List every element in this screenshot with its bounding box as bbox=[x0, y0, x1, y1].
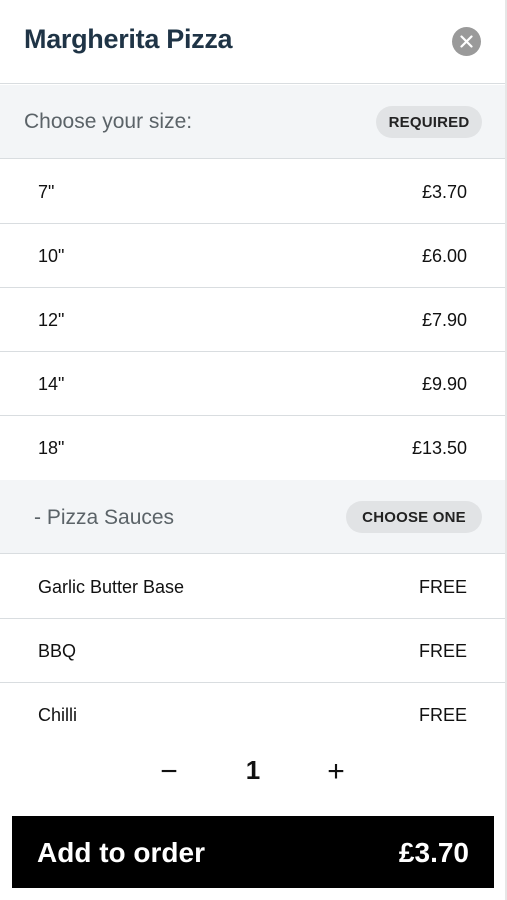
option-name: 14" bbox=[38, 374, 65, 394]
size-option-18[interactable]: 18" £13.50 bbox=[0, 416, 505, 480]
add-to-order-label: Add to order bbox=[37, 837, 205, 868]
option-name: 18" bbox=[38, 438, 65, 458]
sauce-section-label: - Pizza Sauces bbox=[34, 506, 175, 529]
add-to-order-button[interactable]: Add to order £3.70 bbox=[12, 816, 494, 888]
close-icon bbox=[460, 35, 473, 48]
option-name: 10" bbox=[38, 246, 65, 266]
option-price: £13.50 bbox=[411, 438, 467, 458]
option-price: £7.90 bbox=[421, 310, 467, 330]
size-option-12[interactable]: 12" £7.90 bbox=[0, 288, 505, 352]
option-price: £9.90 bbox=[421, 374, 467, 394]
page-title: Margherita Pizza bbox=[24, 24, 233, 54]
option-name: 12" bbox=[38, 310, 65, 330]
option-price: £3.70 bbox=[421, 182, 467, 202]
sauce-option-chilli[interactable]: Chilli FREE bbox=[0, 683, 505, 747]
option-name: 7" bbox=[38, 182, 55, 202]
option-price: FREE bbox=[418, 641, 467, 661]
required-badge: REQUIRED bbox=[376, 106, 482, 138]
increase-quantity-button[interactable]: + bbox=[316, 752, 356, 792]
quantity-stepper: − 1 + bbox=[0, 752, 505, 792]
close-button[interactable] bbox=[452, 27, 481, 56]
choose-one-badge: CHOOSE ONE bbox=[346, 501, 482, 533]
sauce-option-bbq[interactable]: BBQ FREE bbox=[0, 619, 505, 683]
option-price: £6.00 bbox=[421, 246, 467, 266]
sauce-option-garlic-butter[interactable]: Garlic Butter Base FREE bbox=[0, 555, 505, 619]
size-option-10[interactable]: 10" £6.00 bbox=[0, 224, 505, 288]
option-name: Garlic Butter Base bbox=[38, 577, 185, 597]
size-section-label: Choose your size: bbox=[24, 110, 193, 133]
modal-header: Margherita Pizza bbox=[0, 0, 507, 84]
size-section-header: Choose your size: REQUIRED bbox=[0, 85, 505, 159]
option-price: FREE bbox=[418, 705, 467, 725]
size-option-14[interactable]: 14" £9.90 bbox=[0, 352, 505, 416]
quantity-value: 1 bbox=[245, 755, 261, 785]
sauce-section-header: - Pizza Sauces CHOOSE ONE bbox=[0, 480, 505, 554]
decrease-quantity-button[interactable]: − bbox=[149, 752, 189, 792]
order-total-price: £3.70 bbox=[398, 837, 469, 868]
size-option-7[interactable]: 7" £3.70 bbox=[0, 160, 505, 224]
option-name: BBQ bbox=[38, 641, 77, 661]
option-price: FREE bbox=[418, 577, 467, 597]
option-name: Chilli bbox=[38, 705, 78, 725]
